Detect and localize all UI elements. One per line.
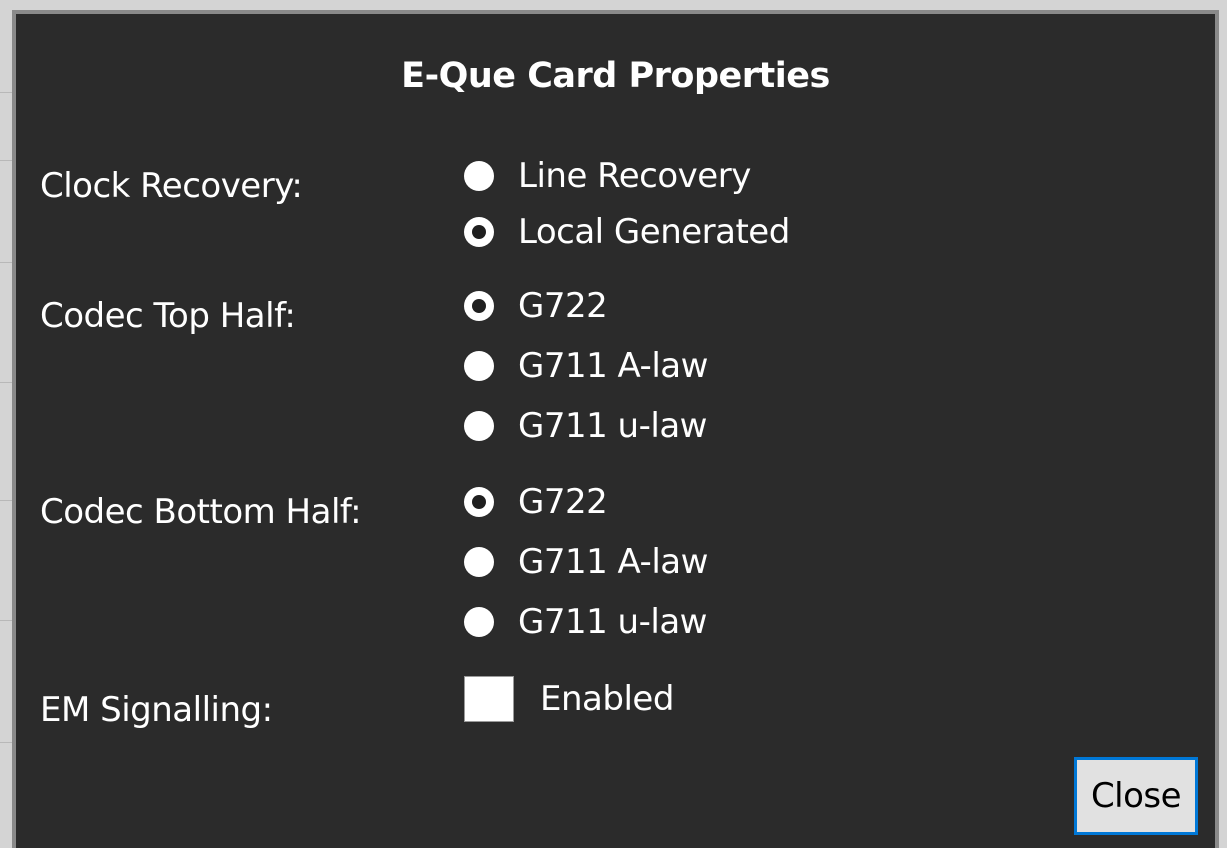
background-gridline bbox=[0, 620, 12, 621]
background-gridline bbox=[0, 160, 12, 161]
radio-option-label: G711 A-law bbox=[518, 542, 708, 582]
radio-unchecked-icon[interactable] bbox=[464, 607, 494, 637]
radio-top-g711-alaw[interactable]: G711 A-law bbox=[464, 342, 708, 390]
background-gridline bbox=[0, 500, 12, 501]
radio-unchecked-icon[interactable] bbox=[464, 351, 494, 381]
codec-top-half-label: Codec Top Half: bbox=[40, 296, 296, 336]
em-signalling-enabled-checkbox-row[interactable]: Enabled bbox=[464, 676, 674, 722]
radio-option-label: G722 bbox=[518, 482, 608, 522]
radio-checked-icon[interactable] bbox=[464, 487, 494, 517]
radio-option-label: Line Recovery bbox=[518, 156, 751, 196]
background-gridline bbox=[0, 382, 12, 383]
radio-unchecked-icon[interactable] bbox=[464, 161, 494, 191]
radio-option-label: G711 u-law bbox=[518, 406, 707, 446]
radio-unchecked-icon[interactable] bbox=[464, 411, 494, 441]
radio-option-label: G711 A-law bbox=[518, 346, 708, 386]
radio-option-label: Local Generated bbox=[518, 212, 790, 252]
codec-bottom-half-label: Codec Bottom Half: bbox=[40, 492, 362, 532]
radio-checked-icon[interactable] bbox=[464, 291, 494, 321]
background-gridline bbox=[0, 92, 12, 93]
background-gridline bbox=[0, 262, 12, 263]
radio-checked-icon[interactable] bbox=[464, 217, 494, 247]
background-gridline bbox=[0, 742, 12, 743]
radio-option-label: G711 u-law bbox=[518, 602, 707, 642]
radio-line-recovery[interactable]: Line Recovery bbox=[464, 152, 751, 200]
clock-recovery-label: Clock Recovery: bbox=[40, 166, 303, 206]
radio-top-g722[interactable]: G722 bbox=[464, 282, 608, 330]
em-signalling-label: EM Signalling: bbox=[40, 690, 273, 730]
checkbox-label: Enabled bbox=[540, 679, 674, 719]
radio-unchecked-icon[interactable] bbox=[464, 547, 494, 577]
radio-top-g711-ulaw[interactable]: G711 u-law bbox=[464, 402, 707, 450]
radio-bottom-g722[interactable]: G722 bbox=[464, 478, 608, 526]
dialog-title: E-Que Card Properties bbox=[401, 56, 830, 96]
close-button[interactable]: Close bbox=[1074, 757, 1198, 835]
radio-option-label: G722 bbox=[518, 286, 608, 326]
radio-bottom-g711-ulaw[interactable]: G711 u-law bbox=[464, 598, 707, 646]
radio-local-generated[interactable]: Local Generated bbox=[464, 208, 790, 256]
card-properties-dialog: E-Que Card Properties Clock Recovery: Li… bbox=[12, 10, 1219, 848]
radio-bottom-g711-alaw[interactable]: G711 A-law bbox=[464, 538, 708, 586]
checkbox-unchecked-icon[interactable] bbox=[464, 676, 514, 722]
